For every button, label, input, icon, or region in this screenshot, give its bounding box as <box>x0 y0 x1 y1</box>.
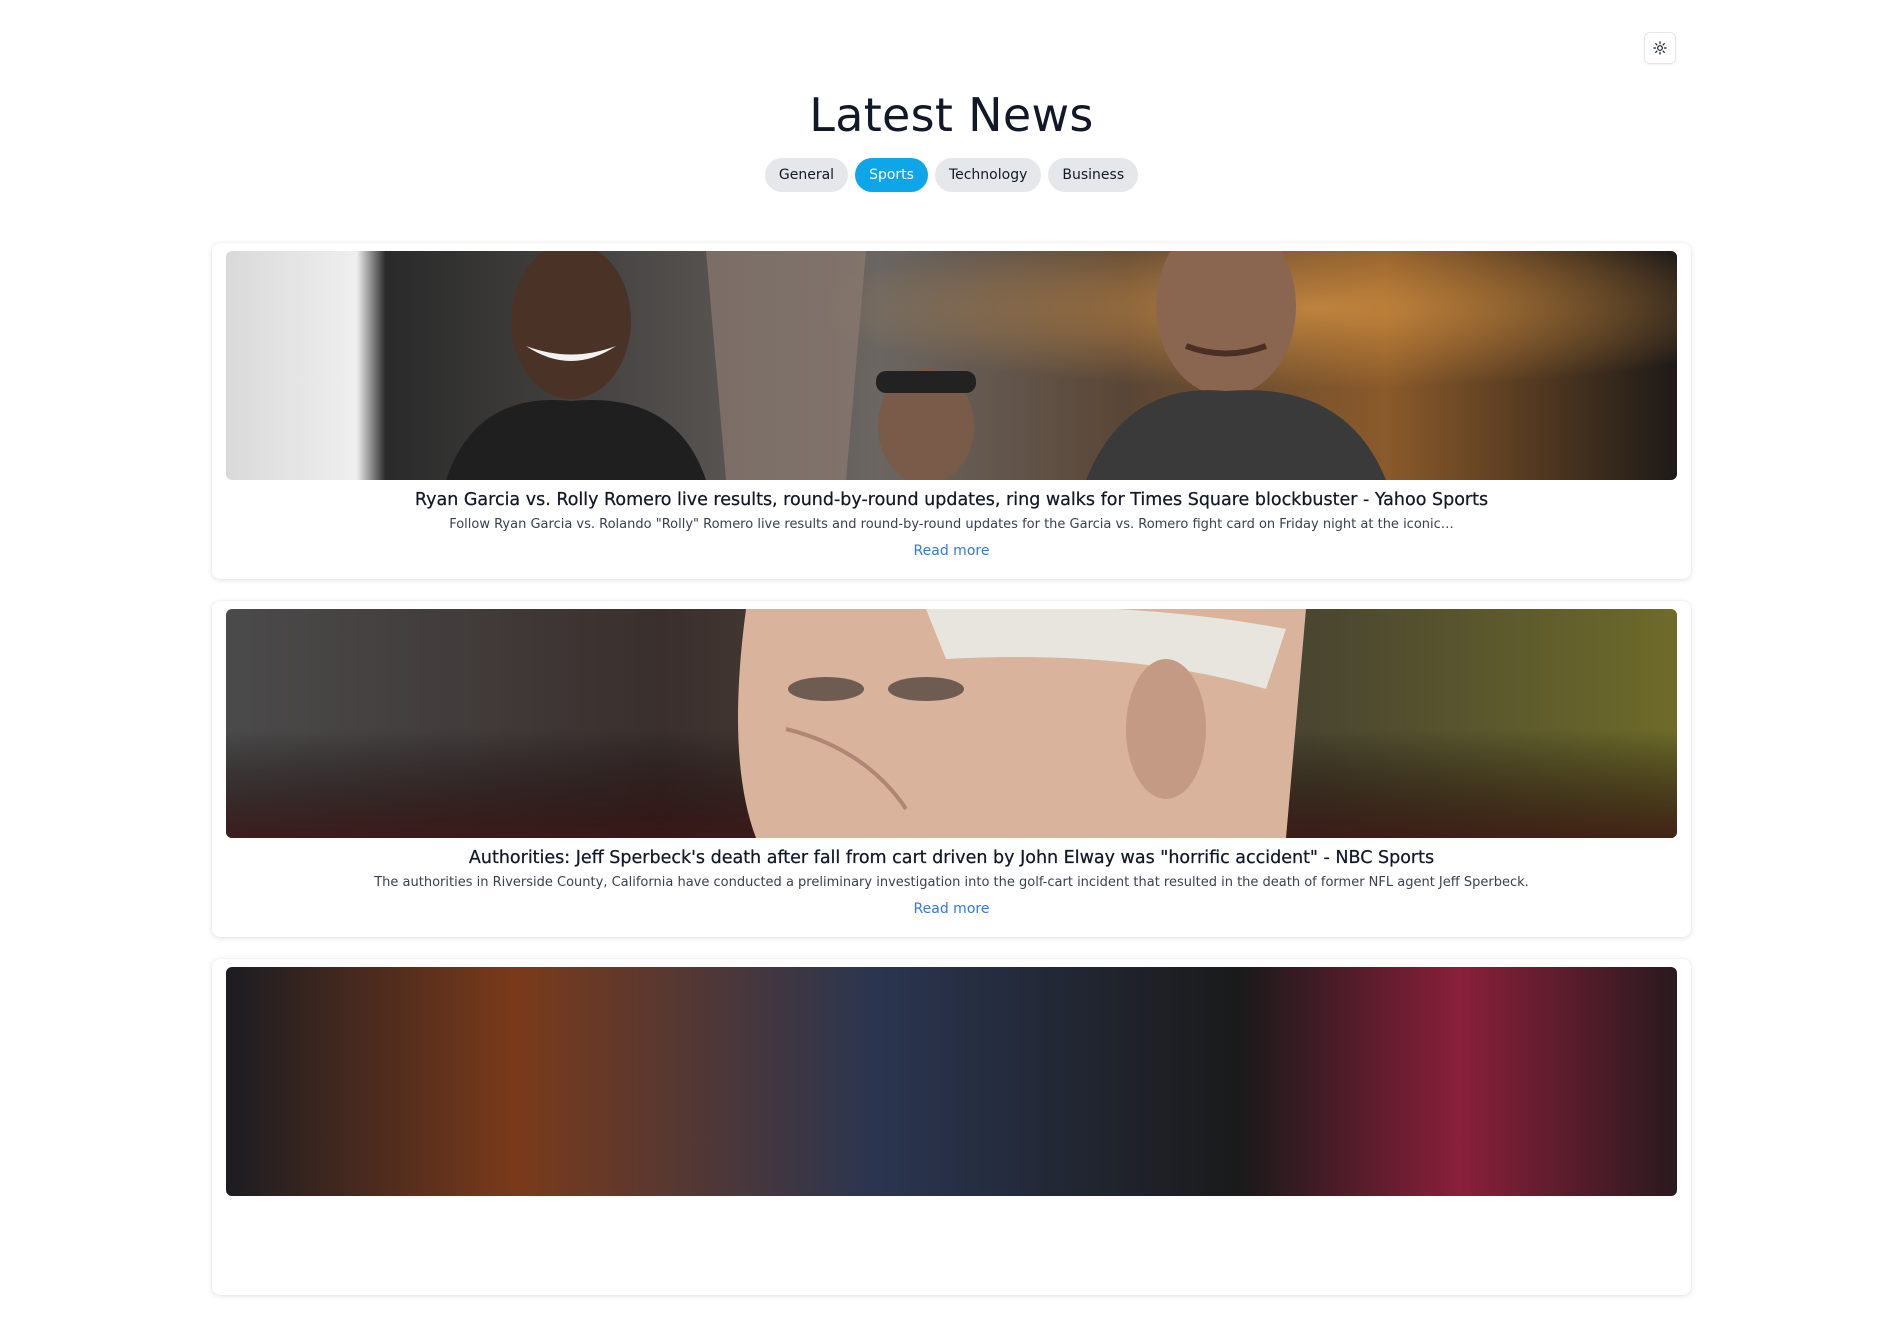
article-title: Ryan Garcia vs. Rolly Romero live result… <box>414 490 1489 510</box>
article-description: The authorities in Riverside County, Cal… <box>374 875 1529 890</box>
article-description: Follow Ryan Garcia vs. Rolando "Rolly" R… <box>449 517 1454 532</box>
news-card: Authorities: Jeff Sperbeck's death after… <box>212 601 1691 937</box>
tab-business[interactable]: Business <box>1048 158 1139 192</box>
category-tabs: General Sports Technology Business <box>0 158 1903 192</box>
article-image <box>226 967 1677 1196</box>
tab-general[interactable]: General <box>764 158 849 192</box>
tab-sports[interactable]: Sports <box>855 158 928 192</box>
theme-toggle-button[interactable] <box>1644 32 1676 64</box>
news-feed: Ryan Garcia vs. Rolly Romero live result… <box>212 243 1691 1317</box>
read-more-link[interactable]: Read more <box>226 901 1677 917</box>
article-title: Authorities: Jeff Sperbeck's death after… <box>468 848 1435 868</box>
tab-technology[interactable]: Technology <box>934 158 1042 192</box>
news-card: Ryan Garcia vs. Rolly Romero live result… <box>212 243 1691 579</box>
read-more-label[interactable]: Read more <box>914 543 990 559</box>
read-more-link[interactable]: Read more <box>226 543 1677 559</box>
news-card <box>212 959 1691 1295</box>
article-image <box>226 609 1677 838</box>
read-more-label[interactable]: Read more <box>914 901 990 917</box>
sun-icon <box>1653 41 1667 55</box>
page-title: Latest News <box>809 88 1094 142</box>
article-image <box>226 251 1677 480</box>
